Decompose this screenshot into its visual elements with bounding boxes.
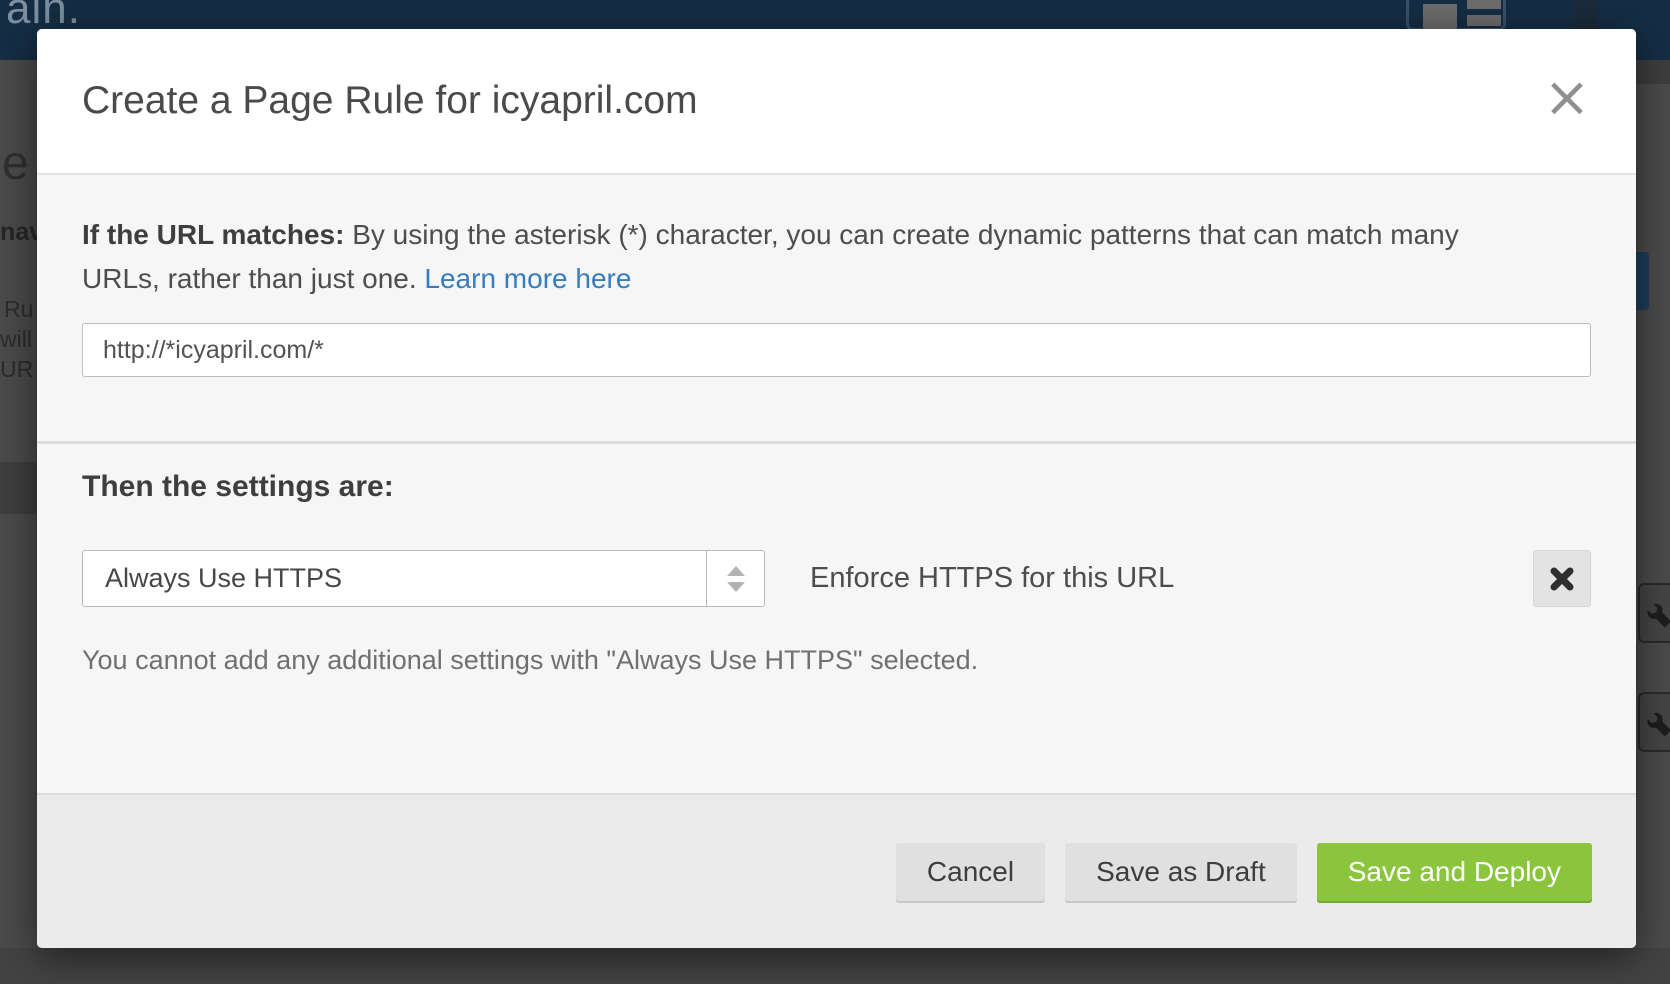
background-text-fragment: will	[0, 326, 32, 353]
settings-heading: Then the settings are:	[82, 470, 1591, 504]
modal-footer: Cancel Save as Draft Save and Deploy	[37, 793, 1636, 948]
cancel-button[interactable]: Cancel	[896, 843, 1045, 901]
wrench-icon	[1638, 583, 1670, 643]
create-page-rule-modal: Create a Page Rule for icyapril.com × If…	[37, 29, 1636, 948]
url-match-section: If the URL matches: By using the asteris…	[37, 175, 1636, 441]
settings-helper-text: You cannot add any additional settings w…	[82, 645, 1591, 676]
modal-header: Create a Page Rule for icyapril.com ×	[37, 29, 1636, 175]
background-text-fragment: e	[2, 136, 29, 191]
background-right-strip	[1636, 60, 1670, 84]
url-match-label: If the URL matches:	[82, 219, 344, 250]
select-stepper[interactable]	[706, 551, 764, 606]
background-text-fragment: Ru	[4, 296, 33, 323]
layout-view-icon-block	[1423, 4, 1457, 30]
chevron-down-icon	[727, 582, 745, 592]
url-pattern-input[interactable]	[82, 323, 1591, 377]
layout-view-icon-bar	[1467, 0, 1501, 9]
select-value-wrap: Always Use HTTPS	[83, 551, 706, 606]
learn-more-link[interactable]: Learn more here	[424, 263, 631, 294]
select-selected-value: Always Use HTTPS	[105, 563, 342, 594]
close-button[interactable]: ×	[1542, 73, 1592, 123]
background-bottom-strip	[0, 948, 1670, 984]
layout-view-icon	[1406, 0, 1506, 31]
setting-description: Enforce HTTPS for this URL	[810, 562, 1174, 595]
save-as-draft-button[interactable]: Save as Draft	[1065, 843, 1297, 901]
settings-section: Then the settings are: Always Use HTTPS …	[37, 444, 1636, 676]
close-icon: ×	[1544, 65, 1591, 130]
save-and-deploy-button[interactable]: Save and Deploy	[1317, 843, 1592, 901]
partial-navbar-icon	[1574, 0, 1598, 30]
remove-x-icon	[1549, 566, 1575, 592]
wrench-icon	[1638, 692, 1670, 752]
layout-view-icon-bar	[1467, 15, 1501, 26]
background-text-fragment: UR	[0, 356, 33, 383]
background-table-header-strip	[0, 462, 37, 514]
setting-select[interactable]: Always Use HTTPS	[82, 550, 765, 607]
url-match-description: If the URL matches: By using the asteris…	[82, 213, 1482, 301]
setting-row: Always Use HTTPS Enforce HTTPS for this …	[82, 550, 1591, 607]
background-blue-button-edge	[1636, 252, 1649, 310]
chevron-up-icon	[727, 566, 745, 576]
remove-setting-button[interactable]	[1533, 550, 1591, 607]
modal-title: Create a Page Rule for icyapril.com	[82, 79, 698, 123]
